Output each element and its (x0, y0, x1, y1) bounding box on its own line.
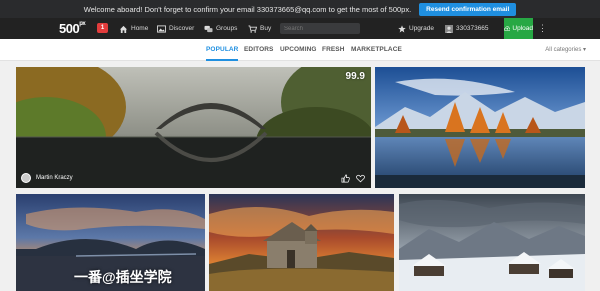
home-icon (119, 25, 128, 33)
nav-home[interactable]: Home (119, 18, 148, 39)
like-icon[interactable] (341, 174, 350, 183)
photo-author[interactable]: Martin Kraczy (21, 173, 73, 183)
username-label: 330373665 (456, 25, 489, 32)
upload-label: Upload (512, 25, 533, 32)
search-input[interactable] (280, 23, 360, 34)
avatar-icon (445, 24, 453, 33)
nav-groups-label: Groups (216, 25, 238, 32)
groups-icon (204, 25, 213, 32)
nav-buy[interactable]: Buy (248, 18, 271, 39)
photo-card-autumn-lake[interactable] (375, 67, 585, 188)
favorite-heart-icon[interactable] (356, 174, 365, 183)
author-avatar (21, 173, 31, 183)
tab-upcoming[interactable]: UPCOMING (280, 39, 317, 61)
church-photo-image (209, 194, 394, 291)
image-icon (157, 24, 166, 33)
watermark-text: 一番@插坐学院 (74, 269, 172, 285)
user-menu[interactable]: 330373665 (445, 18, 489, 39)
nav-buy-label: Buy (260, 25, 272, 32)
cart-icon (248, 24, 257, 33)
upload-button[interactable]: Upload (504, 18, 533, 39)
nav-discover-label: Discover (169, 25, 195, 32)
star-icon (398, 24, 406, 32)
tab-editors[interactable]: EDITORS (244, 39, 273, 61)
photo-actions (341, 174, 365, 183)
upgrade-label: Upgrade (409, 25, 434, 32)
notification-bar: Welcome aboard! Don't forget to confirm … (0, 0, 600, 18)
nav-groups[interactable]: Groups (204, 18, 237, 39)
bridge-photo-image (16, 67, 371, 188)
photo-card-sunset-bridge[interactable]: 一番@插坐学院 (16, 194, 205, 291)
snowy-village-photo-image (399, 194, 585, 291)
autumn-lake-photo-image (375, 67, 585, 188)
tab-popular[interactable]: POPULAR (206, 39, 239, 61)
photo-card-bridge[interactable]: 99.9 Martin Kraczy (16, 67, 371, 188)
upgrade-link[interactable]: Upgrade (398, 18, 434, 39)
top-navigation: 500px 1 Home Discover Groups Buy Upgrade… (0, 18, 600, 39)
nav-home-label: Home (131, 25, 149, 32)
cloud-upload-icon (504, 26, 511, 31)
tab-fresh[interactable]: FRESH (322, 39, 345, 61)
photo-score: 99.9 (345, 71, 365, 82)
notification-message: Welcome aboard! Don't forget to confirm … (83, 4, 412, 14)
photo-card-snowy-village[interactable] (399, 194, 585, 291)
resend-confirmation-button[interactable]: Resend confirmation email (419, 2, 517, 16)
photo-card-church[interactable] (209, 194, 394, 291)
tab-marketplace[interactable]: MARKETPLACE (351, 39, 402, 61)
more-menu-icon[interactable]: ⋮ (538, 18, 547, 39)
feed-tabs: POPULAR EDITORS UPCOMING FRESH MARKETPLA… (0, 39, 600, 61)
author-name: Martin Kraczy (36, 175, 73, 181)
all-categories-dropdown[interactable]: All categories ▾ (545, 39, 586, 61)
nav-discover[interactable]: Discover (157, 18, 194, 39)
logo[interactable]: 500px (59, 21, 86, 36)
notification-badge[interactable]: 1 (97, 23, 108, 33)
